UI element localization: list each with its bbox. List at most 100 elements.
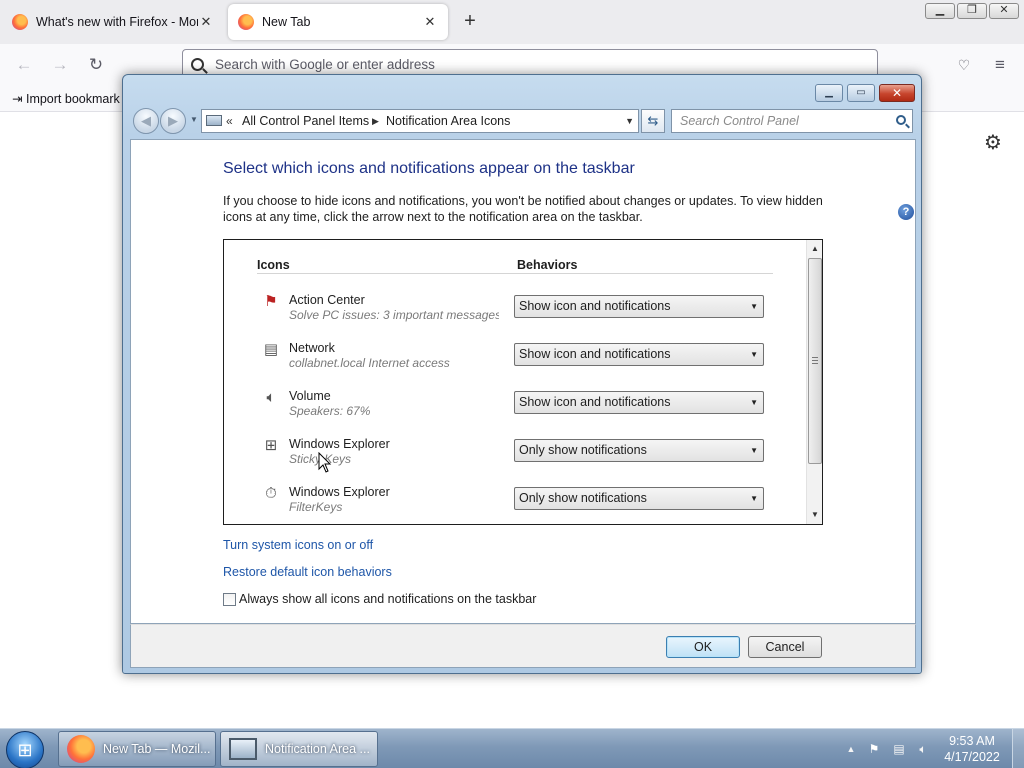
close-tab-icon[interactable]: ✕ <box>422 14 438 30</box>
address-dropdown-icon[interactable]: ▼ <box>625 110 634 132</box>
ok-button[interactable]: OK <box>666 636 740 658</box>
firefox-tab-bar: What's new with Firefox - More ✕ New Tab… <box>0 0 1024 44</box>
behavior-dropdown[interactable]: Show icon and notifications ▼ <box>514 391 764 414</box>
behavior-dropdown[interactable]: Show icon and notifications ▼ <box>514 295 764 318</box>
row-name: Action Center <box>289 293 365 307</box>
close-tab-icon[interactable]: ✕ <box>198 14 214 30</box>
behavior-dropdown[interactable]: Only show notifications ▼ <box>514 487 764 510</box>
chevron-down-icon: ▼ <box>750 302 758 311</box>
table-row: ⊞ Windows Explorer Sticky Keys Only show… <box>224 434 812 482</box>
taskbar-button-label: New Tab — Mozil... <box>103 742 211 756</box>
back-arrow-icon[interactable]: ← <box>14 55 34 75</box>
behavior-value: Show icon and notifications <box>519 347 671 361</box>
close-icon[interactable]: ✕ <box>989 3 1019 19</box>
column-header-icons: Icons <box>257 258 290 272</box>
cancel-button[interactable]: Cancel <box>748 636 822 658</box>
forward-arrow-icon[interactable]: → <box>50 55 70 75</box>
chevron-down-icon: ▼ <box>750 446 758 455</box>
scroll-up-arrow-icon[interactable]: ▲ <box>807 242 822 256</box>
chevron-down-icon: ▼ <box>750 494 758 503</box>
volume-icon[interactable]: 🔈︎ <box>915 741 931 757</box>
row-name: Volume <box>289 389 331 403</box>
firefox-logo-icon <box>12 14 28 30</box>
forward-button[interactable]: ▶ <box>160 108 186 134</box>
minimize-icon[interactable]: ▁ <box>925 3 955 19</box>
breadcrumb-notification-area[interactable]: Notification Area Icons <box>386 110 510 132</box>
control-panel-window: ▁ ▭ ✕ ◀ ▶ ▼ « All Control Panel Items ▶ … <box>122 74 922 674</box>
recent-pages-dropdown-icon[interactable]: ▼ <box>190 115 198 124</box>
table-row: ▤ Network collabnet.local Internet acces… <box>224 338 812 386</box>
network-icon[interactable]: ▤ <box>891 741 907 757</box>
page-title: Select which icons and notifications app… <box>223 160 635 177</box>
filter-keys-stopwatch-icon: ⏱︎ <box>265 485 277 502</box>
clock-date: 4/17/2022 <box>944 750 1000 764</box>
import-icon: ⇥ <box>12 92 23 106</box>
table-row: 🔈︎ Volume Speakers: 67% Show icon and no… <box>224 386 812 434</box>
taskbar-button-label: Notification Area ... <box>265 742 370 756</box>
breadcrumb-all-items[interactable]: All Control Panel Items <box>242 110 369 132</box>
row-subtitle: Solve PC issues: 3 important messages <box>289 308 499 322</box>
network-icon: ▤ <box>263 341 279 358</box>
row-name: Windows Explorer <box>289 437 390 451</box>
tab-whats-new[interactable]: What's new with Firefox - More ✕ <box>2 4 224 40</box>
behavior-value: Only show notifications <box>519 443 647 457</box>
turn-system-icons-link[interactable]: Turn system icons on or off <box>223 538 373 552</box>
settings-gear-icon[interactable]: ⚙ <box>982 132 1004 154</box>
show-hidden-icons-arrow-icon[interactable]: ▲ <box>843 741 859 757</box>
tab-title: What's new with Firefox - More <box>36 15 198 29</box>
pocket-icon[interactable]: ♡ <box>954 55 974 75</box>
close-icon[interactable]: ✕ <box>879 84 915 102</box>
import-bookmarks-button[interactable]: ⇥ Import bookmark <box>12 91 120 106</box>
help-icon[interactable]: ? <box>898 204 914 220</box>
firefox-logo-icon <box>67 735 95 763</box>
search-icon <box>191 58 204 71</box>
restore-icon[interactable]: ❐ <box>957 3 987 19</box>
search-icon[interactable] <box>896 115 906 125</box>
url-bar-placeholder: Search with Google or enter address <box>215 57 435 72</box>
system-clock[interactable]: 9:53 AM 4/17/2022 <box>940 733 1004 765</box>
search-control-panel-input[interactable]: Search Control Panel <box>671 109 913 133</box>
refresh-icon[interactable]: ⇆ <box>641 109 665 133</box>
action-center-flag-icon[interactable]: ⚑ <box>866 741 882 757</box>
restore-defaults-link[interactable]: Restore default icon behaviors <box>223 565 392 579</box>
overflow-chevron-icon[interactable]: « <box>226 110 233 132</box>
back-button[interactable]: ◀ <box>133 108 159 134</box>
tab-new-tab[interactable]: New Tab ✕ <box>228 4 448 40</box>
control-panel-icon <box>206 115 222 126</box>
show-desktop-button[interactable] <box>1012 729 1024 768</box>
behavior-dropdown[interactable]: Show icon and notifications ▼ <box>514 343 764 366</box>
dialog-footer: OK Cancel <box>130 624 916 668</box>
row-subtitle: FilterKeys <box>289 500 343 514</box>
maximize-icon[interactable]: ▭ <box>847 84 875 102</box>
table-header: Icons Behaviors <box>257 258 773 274</box>
start-button[interactable] <box>6 731 44 768</box>
row-name: Windows Explorer <box>289 485 390 499</box>
always-show-all-checkbox[interactable] <box>223 593 236 606</box>
sticky-keys-icon: ⊞ <box>264 437 278 454</box>
address-bar[interactable]: « All Control Panel Items ▶ Notification… <box>201 109 639 133</box>
row-subtitle: collabnet.local Internet access <box>289 356 450 370</box>
import-bookmarks-label: Import bookmark <box>25 92 120 106</box>
scroll-down-arrow-icon[interactable]: ▼ <box>807 508 822 522</box>
new-tab-button[interactable]: + <box>458 10 482 34</box>
content-pane: ? Select which icons and notifications a… <box>130 139 916 624</box>
hamburger-menu-icon[interactable]: ≡ <box>990 55 1010 75</box>
taskbar-button-firefox[interactable]: New Tab — Mozil... <box>58 731 216 767</box>
taskbar-button-notification-area[interactable]: Notification Area ... <box>220 731 378 767</box>
chevron-down-icon: ▼ <box>750 350 758 359</box>
notification-icons-table: Icons Behaviors ⚑ Action Center Solve PC… <box>223 239 823 525</box>
reload-icon[interactable]: ↻ <box>86 55 106 75</box>
scrollbar-thumb[interactable] <box>808 258 822 464</box>
always-show-all-label[interactable]: Always show all icons and notifications … <box>239 592 536 606</box>
breadcrumb-separator-icon[interactable]: ▶ <box>372 110 379 132</box>
taskbar: New Tab — Mozil... Notification Area ...… <box>0 728 1024 768</box>
behavior-dropdown[interactable]: Only show notifications ▼ <box>514 439 764 462</box>
mouse-pointer-icon <box>318 452 332 473</box>
control-panel-icon <box>229 738 257 760</box>
row-name: Network <box>289 341 335 355</box>
chevron-down-icon: ▼ <box>750 398 758 407</box>
scrollbar-grip-icon <box>812 357 818 364</box>
action-center-flag-icon: ⚑ <box>264 293 278 310</box>
minimize-icon[interactable]: ▁ <box>815 84 843 102</box>
table-scrollbar[interactable]: ▲ ▼ <box>806 240 822 524</box>
